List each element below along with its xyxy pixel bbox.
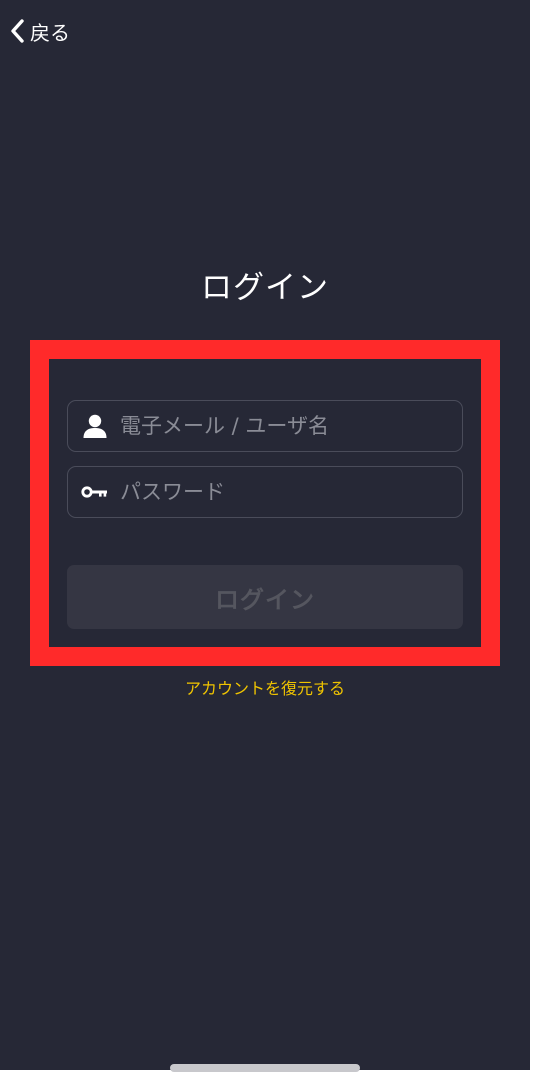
restore-account-link[interactable]: アカウントを復元する [0, 675, 530, 699]
password-input[interactable] [110, 467, 462, 517]
user-icon [80, 413, 110, 439]
login-button[interactable]: ログイン [67, 565, 463, 629]
login-screen: 戻る ログイン ログイン アカウントを復元する [0, 0, 530, 1072]
page-title: ログイン [201, 270, 329, 306]
back-label: 戻る [30, 20, 70, 45]
key-icon [80, 485, 110, 499]
back-button[interactable]: 戻る [10, 14, 70, 48]
edge-strip [530, 0, 536, 1070]
password-field[interactable] [67, 466, 463, 518]
username-input[interactable] [110, 401, 462, 451]
home-indicator [170, 1064, 360, 1072]
chevron-left-icon [10, 19, 24, 43]
username-field[interactable] [67, 400, 463, 452]
